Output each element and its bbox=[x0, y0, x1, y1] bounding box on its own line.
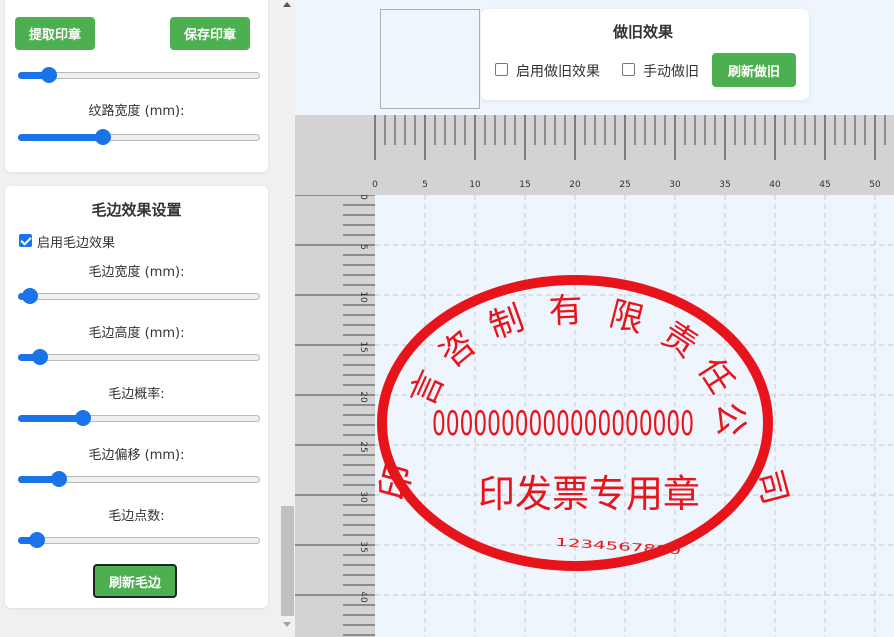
aging-effect-card: 做旧效果 启用做旧效果 手动做旧 刷新做旧 bbox=[481, 9, 809, 100]
enable-aging-label: 启用做旧效果 bbox=[516, 64, 600, 80]
ruler-label: 0 bbox=[372, 180, 378, 190]
ruler-label: 25 bbox=[619, 180, 630, 190]
sidebar-scrollbar[interactable] bbox=[280, 0, 295, 637]
ruler-label: 15 bbox=[519, 180, 530, 190]
scrollbar-thumb[interactable] bbox=[281, 506, 294, 616]
stamp-action-panel: 提取印章 保存印章 纹路宽度 (mm): bbox=[5, 0, 268, 172]
slider-thumb[interactable] bbox=[32, 349, 48, 365]
ruler-label: 0 bbox=[358, 195, 368, 200]
rough-edge-panel: 毛边效果设置 启用毛边效果 毛边宽度 (mm): 毛边高度 (mm): 毛边概率… bbox=[5, 186, 268, 608]
enable-rough-edge-checkbox[interactable] bbox=[19, 234, 32, 247]
rough-edge-title: 毛边效果设置 bbox=[91, 201, 182, 219]
aging-title: 做旧效果 bbox=[613, 23, 674, 41]
ruler-label: 30 bbox=[669, 180, 681, 190]
vertical-ruler: 0 5 10 15 20 25 30 35 40 bbox=[295, 194, 375, 637]
save-stamp-button[interactable]: 保存印章 bbox=[170, 17, 251, 50]
scroll-down-arrow-icon[interactable] bbox=[283, 622, 291, 627]
edge-offset-label: 毛边偏移 (mm): bbox=[88, 448, 185, 463]
stamp-canvas[interactable]: 言咨制有限责任公 0000000000000000000 印发票专用章 司 12… bbox=[375, 195, 894, 637]
manual-aging-checkbox[interactable] bbox=[622, 63, 635, 76]
ruler-label: 5 bbox=[358, 244, 368, 250]
slider-thumb[interactable] bbox=[95, 129, 111, 145]
main-workspace: 做旧效果 启用做旧效果 手动做旧 刷新做旧 0 5 10 15 20 25 30 35 40 45… bbox=[295, 0, 894, 637]
ruler-label: 35 bbox=[719, 180, 730, 190]
ruler-label: 5 bbox=[422, 180, 428, 190]
ruler-label: 10 bbox=[358, 291, 368, 303]
stamp-serial-text: 1234567890 bbox=[555, 536, 682, 558]
ruler-label: 50 bbox=[869, 180, 881, 190]
slider-thumb[interactable] bbox=[51, 471, 67, 487]
refresh-aging-button[interactable]: 刷新做旧 bbox=[712, 53, 797, 87]
ruler-label: 40 bbox=[358, 591, 368, 603]
edge-width-slider[interactable] bbox=[18, 287, 260, 305]
scroll-up-arrow-icon[interactable] bbox=[283, 2, 291, 7]
texture-width-slider[interactable] bbox=[18, 128, 260, 146]
stamp-arc-char: 有 bbox=[548, 290, 584, 331]
extract-stamp-button[interactable]: 提取印章 bbox=[15, 17, 96, 50]
edge-width-label: 毛边宽度 (mm): bbox=[88, 265, 185, 280]
stamp-arc-char: 责 bbox=[654, 314, 704, 366]
ruler-label: 10 bbox=[469, 180, 481, 190]
vertical-ruler-ticks: 0 5 10 15 20 25 30 35 40 bbox=[295, 194, 375, 636]
stamp-arc-char: 公 bbox=[709, 401, 751, 437]
ruler-label: 20 bbox=[358, 391, 368, 403]
sidebar: 提取印章 保存印章 纹路宽度 (mm): 毛边效果设置 启用毛边效果 毛边宽度 … bbox=[0, 0, 280, 637]
edge-probability-label: 毛边概率: bbox=[108, 387, 165, 402]
slider-thumb[interactable] bbox=[22, 288, 38, 304]
ruler-label: 30 bbox=[358, 491, 368, 503]
edge-offset-slider[interactable] bbox=[18, 470, 260, 488]
ruler-label: 20 bbox=[569, 180, 581, 190]
stamp-bottom-text: 印发票专用章 bbox=[478, 472, 700, 516]
stamp-arc-char: 咨 bbox=[432, 323, 484, 375]
refresh-rough-edge-button[interactable]: 刷新毛边 bbox=[93, 564, 178, 598]
slider-unlabeled[interactable] bbox=[18, 66, 260, 84]
ruler-label: 15 bbox=[358, 341, 368, 352]
stamp-arc-char: 限 bbox=[605, 294, 648, 341]
horizontal-ruler: 0 5 10 15 20 25 30 35 40 45 50 bbox=[295, 115, 894, 195]
ruler-label: 45 bbox=[819, 180, 830, 190]
stamp-preview-thumbnail bbox=[380, 9, 480, 109]
enable-rough-edge-label: 启用毛边效果 bbox=[37, 236, 116, 251]
texture-width-label: 纹路宽度 (mm): bbox=[88, 104, 185, 119]
edge-points-slider[interactable] bbox=[18, 531, 260, 549]
slider-thumb[interactable] bbox=[29, 532, 45, 548]
manual-aging-label: 手动做旧 bbox=[643, 64, 699, 80]
slider-thumb[interactable] bbox=[41, 67, 57, 83]
edge-height-slider[interactable] bbox=[18, 348, 260, 366]
slider-thumb[interactable] bbox=[75, 410, 91, 426]
stamp-arc-char: 任 bbox=[690, 351, 742, 401]
enable-aging-checkbox[interactable] bbox=[495, 63, 508, 76]
ruler-label: 25 bbox=[358, 441, 368, 452]
horizontal-ruler-ticks: 0 5 10 15 20 25 30 35 40 45 50 bbox=[372, 115, 886, 190]
edge-probability-slider[interactable] bbox=[18, 409, 260, 427]
ruler-label: 35 bbox=[358, 541, 368, 552]
stamp-drawing: 言咨制有限责任公 0000000000000000000 印发票专用章 司 12… bbox=[375, 195, 894, 637]
edge-height-label: 毛边高度 (mm): bbox=[88, 326, 185, 341]
stamp-arc-char: 制 bbox=[484, 298, 529, 347]
stamp-seal: 言咨制有限责任公 0000000000000000000 印发票专用章 司 12… bbox=[375, 275, 795, 571]
stamp-number-text: 0000000000000000000 bbox=[432, 404, 694, 444]
ruler-label: 40 bbox=[769, 180, 781, 190]
edge-points-label: 毛边点数: bbox=[108, 509, 165, 524]
app-window: 提取印章 保存印章 纹路宽度 (mm): 毛边效果设置 启用毛边效果 毛边宽度 … bbox=[0, 0, 894, 637]
